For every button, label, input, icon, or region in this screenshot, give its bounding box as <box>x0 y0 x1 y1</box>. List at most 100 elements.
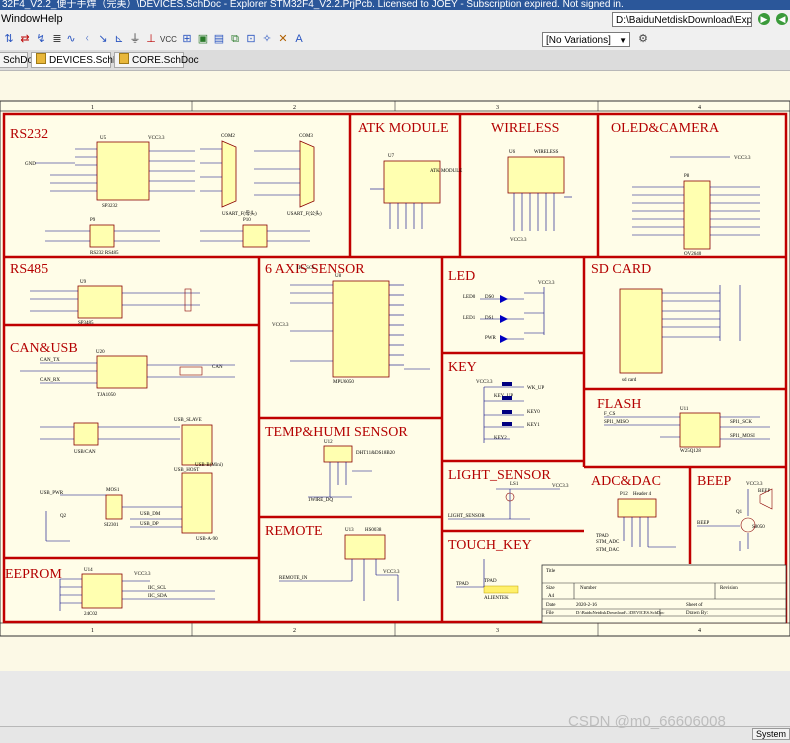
u12-sensor[interactable] <box>323 445 353 463</box>
usb-mini-connector[interactable] <box>181 424 213 466</box>
p8-header[interactable] <box>683 180 711 250</box>
usb-a-connector[interactable] <box>181 472 213 534</box>
net-label-icon[interactable]: ↯ <box>34 33 48 46</box>
device-sheet-icon[interactable]: ⧉ <box>228 33 242 46</box>
light-sensor-net: LIGHT_SENSOR <box>448 514 485 519</box>
wire-tool-icon[interactable]: ⇅ <box>2 33 16 46</box>
variant-value: [No Variations] <box>546 35 611 46</box>
com3-ref: COM3 <box>299 134 313 139</box>
place-wire-icon[interactable]: ∿ <box>64 33 78 46</box>
tab-devices[interactable]: DEVICES.SchDoc <box>31 52 131 68</box>
gnd-port-icon[interactable]: ⏚ <box>128 33 142 46</box>
vcc-port-icon[interactable]: VCC <box>160 33 177 46</box>
touch-pad[interactable] <box>483 585 519 594</box>
u14-ref: U14 <box>84 568 93 573</box>
variant-settings-icon[interactable]: ⚙ <box>636 33 650 46</box>
iic-scl-net: IIC_SCL <box>148 586 166 591</box>
com2-connector[interactable] <box>221 140 237 208</box>
u13-receiver[interactable] <box>344 534 386 560</box>
size-label: Size <box>546 586 555 591</box>
u6-module[interactable] <box>507 156 565 194</box>
iic-sda-net: IIC_SDA <box>148 594 168 599</box>
document-tabs: SchDoc DEVICES.SchDoc CORE.SchDoc <box>0 50 790 71</box>
usart3-ref: USART_F(公头) <box>287 210 322 217</box>
beep-ref: BEEP <box>758 489 770 494</box>
tab-core[interactable]: CORE.SchDoc <box>114 52 199 68</box>
p10-header[interactable] <box>242 224 268 248</box>
system-button[interactable]: System <box>751 728 790 740</box>
back-icon[interactable]: ◀ <box>776 13 788 25</box>
path-input[interactable]: D:\BaiduNetdiskDownload\Exp <box>612 12 752 27</box>
ruler-top-3: 3 <box>496 105 499 111</box>
si2301-ref: SI2301 <box>104 523 119 528</box>
no-erc-icon[interactable]: ✕ <box>276 33 290 46</box>
harness-icon[interactable]: ⊡ <box>244 33 258 46</box>
date-label: Date <box>546 603 556 608</box>
power-port-icon[interactable]: ⊥ <box>144 33 158 46</box>
ruler-bottom-3: 3 <box>496 628 499 634</box>
p11-header[interactable] <box>73 422 99 446</box>
component-icon[interactable]: ⊞ <box>180 33 194 46</box>
schematic-sheet[interactable]: 1 2 3 4 1 2 3 4 RS232 ATK MODULE WIRELES… <box>0 71 790 671</box>
sd-card-ref: sd card <box>622 378 637 383</box>
beep-net: BEEP <box>697 521 709 526</box>
sd-card-socket[interactable] <box>619 288 663 374</box>
u11-chip[interactable] <box>679 412 721 448</box>
stm-dac-net: STM_DAC <box>596 548 620 553</box>
title-block: Title Size A4 Number Revision Date 2020-… <box>541 564 787 624</box>
tpad-net: TPAD <box>456 582 469 587</box>
vcc33-label: VCC3.3 <box>272 323 289 328</box>
section-key: KEY <box>448 360 477 375</box>
spi-sck-net: SPI1_SCK <box>730 420 752 425</box>
mos1-transistor[interactable] <box>105 494 123 520</box>
place-bus-icon[interactable]: ᚲ <box>80 33 94 46</box>
ruler-bottom-1: 1 <box>91 628 94 634</box>
revision-label: Revision <box>720 586 738 591</box>
u5-chip[interactable] <box>96 141 150 201</box>
u20-ref: U20 <box>96 350 105 355</box>
ruler-top-4: 4 <box>698 105 701 111</box>
u9-chip[interactable] <box>77 285 123 319</box>
u7-module[interactable] <box>383 160 441 204</box>
tab-schdoc[interactable]: SchDoc <box>0 52 38 68</box>
u20-chip[interactable] <box>96 355 148 389</box>
sheet-symbol-icon[interactable]: ▣ <box>196 33 210 46</box>
schdoc-icon <box>119 53 129 64</box>
bus-entry-icon[interactable]: ↘ <box>96 33 110 46</box>
tpad-ref: TPAD <box>484 579 497 584</box>
f-cs-net: F_CS <box>604 412 616 417</box>
port-icon[interactable]: ≣ <box>50 33 64 46</box>
p12-header[interactable] <box>617 498 657 518</box>
usb-dp-net: USB_DP <box>140 522 159 527</box>
directive-icon[interactable]: ✧ <box>260 33 274 46</box>
variant-select[interactable]: [No Variations] ▼ <box>542 32 630 47</box>
menu-help[interactable]: Help <box>40 13 63 25</box>
window-titlebar: 32F4_V2.2_便于手焊（完美）\DEVICES.SchDoc - Expl… <box>0 0 790 10</box>
dht-ref: DHT11&DS18B20 <box>356 451 395 456</box>
menu-window[interactable]: Window <box>1 13 40 25</box>
text-tool-icon[interactable]: A <box>292 33 306 46</box>
u8-chip[interactable] <box>332 280 390 378</box>
bus-tool-icon[interactable]: ⇄ <box>18 33 32 46</box>
tpad-net: TPAD <box>596 534 609 539</box>
rs232-rs485-ref: RS232 RS485 <box>90 251 119 256</box>
com2-ref: COM2 <box>221 134 235 139</box>
go-icon[interactable]: ▶ <box>758 13 770 25</box>
u11-ref: U11 <box>680 407 689 412</box>
vcc33-label: VCC3.3 <box>148 136 165 141</box>
p9-header[interactable] <box>89 224 115 248</box>
usart2-ref: USART_F(母头) <box>222 210 257 217</box>
u14-chip[interactable] <box>81 573 123 609</box>
s8050-ref: S8050 <box>752 525 765 530</box>
com3-connector[interactable] <box>299 140 315 208</box>
schdoc-icon <box>36 53 46 64</box>
ruler-top-2: 2 <box>293 105 296 111</box>
24c02-ref: 24C02 <box>84 612 98 617</box>
watermark: CSDN @m0_66606008 <box>568 713 726 730</box>
sheet-entry-icon[interactable]: ▤ <box>212 33 226 46</box>
atk-module-ref: ATK MODULE <box>430 169 462 174</box>
iic-scl-label: IIC_SCL <box>297 266 315 271</box>
key1-net: KEY1 <box>527 423 540 428</box>
junction-icon[interactable]: ⊾ <box>112 33 126 46</box>
vcc33-label: VCC3.3 <box>383 570 400 575</box>
